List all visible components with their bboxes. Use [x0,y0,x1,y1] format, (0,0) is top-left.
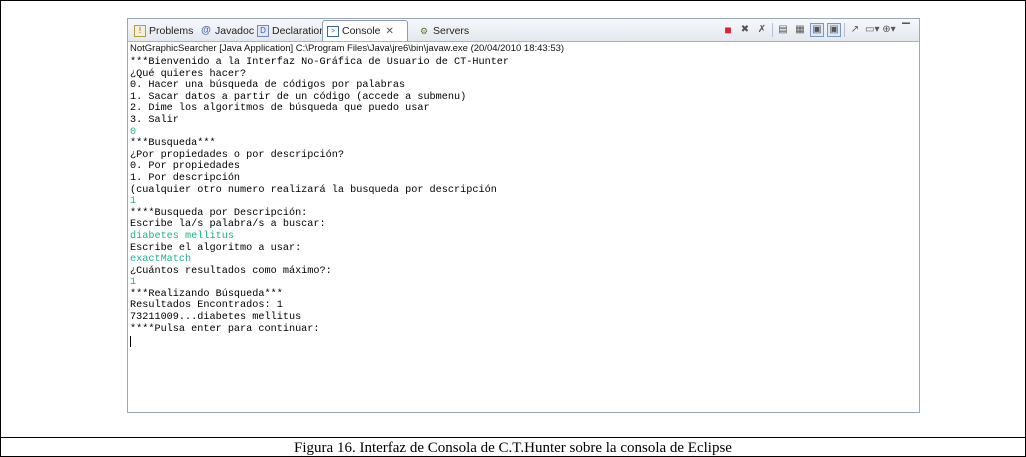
console-output-line: Escribe el algoritmo a usar: [130,242,302,254]
remove-launch-icon[interactable]: ✖ [738,23,752,37]
servers-icon: ⚙ [419,25,429,36]
minimize-icon[interactable]: ▔ [899,23,913,37]
console-icon: > [327,25,339,37]
tab-problems[interactable]: ! Problems [130,21,197,40]
console-output-line: 2. Dime los algoritmos de búsqueda que p… [130,103,430,115]
console-output-line: ***Busqueda*** [130,138,216,150]
console-user-input: 0 [130,126,137,138]
console-output-line: Resultados Encontrados: 1 [130,300,283,312]
display-selected-console-icon[interactable]: ▭▾ [865,23,879,37]
caption-divider [0,437,1026,438]
console-path-label: NotGraphicSearcher [Java Application] C:… [130,43,565,54]
tab-label: Problems [149,24,194,37]
show-when-stdout-icon[interactable]: ▣ [827,23,841,37]
console-user-input: diabetes mellitus [130,230,234,242]
console-output-line: ¿Por propiedades o por descripción? [130,149,344,161]
tab-servers[interactable]: ⚙ Servers [414,21,473,40]
view-tab-bar: ! Problems @ Javadoc D Declaration > Con… [128,19,919,42]
console-toolbar: ■ ✖ ✗ ▤ ▦ ▣ ▣ ↗ ▭▾ ⊕▾ ▔ [721,22,913,38]
console-output-line: 1. Por descripción [130,172,241,184]
console-output-line: ¿Cuántos resultados como máximo?: [130,265,332,277]
tab-label: Console [342,25,381,37]
tab-javadoc[interactable]: @ Javadoc [196,21,258,40]
terminate-icon[interactable]: ■ [721,23,735,37]
toolbar-separator [844,23,845,37]
tab-declaration[interactable]: D Declaration [253,21,329,40]
console-output-line: ****Pulsa enter para continuar: [130,323,320,335]
tab-label: Declaration [272,24,326,37]
console-output-line: 0. Por propiedades [130,161,241,173]
console-user-input: 1 [130,196,137,208]
console-output-line: ***Bienvenido a la Interfaz No-Gráfica d… [130,57,510,68]
text-cursor [130,336,131,348]
console-output-line: ****Busqueda por Descripción: [130,207,308,219]
open-console-icon[interactable]: ↗ [848,23,862,37]
javadoc-icon: @ [201,24,211,36]
scroll-lock-icon[interactable]: ▦ [793,23,807,37]
console-output-line: 0. Hacer una búsqueda de códigos por pal… [130,80,406,92]
console-output-line: 73211009...diabetes mellitus [130,312,302,324]
declaration-icon: D [257,24,269,37]
close-icon[interactable]: ✕ [386,26,394,37]
clear-console-icon[interactable]: ▤ [776,23,790,37]
console-user-input: 1 [130,277,137,289]
pin-console-icon[interactable]: ▣ [810,23,824,37]
console-output-line: ¿Qué quieres hacer? [130,68,247,80]
console-output-line: ***Realizando Búsqueda*** [130,288,283,300]
problems-icon: ! [134,24,146,37]
toolbar-separator [772,23,773,37]
console-output-line: 3. Salir [130,114,179,126]
console-user-input: exactMatch [130,254,192,266]
tab-console[interactable]: > Console ✕ [322,20,408,41]
console-output-line: Escribe la/s palabra/s a buscar: [130,219,326,231]
figure-caption: Figura 16. Interfaz de Consola de C.T.Hu… [294,440,732,456]
console-output[interactable]: ***Bienvenido a la Interfaz No-Gráfica d… [130,57,916,348]
console-output-line: 1. Sacar datos a partir de un código (ac… [130,91,467,103]
remove-all-terminated-icon[interactable]: ✗ [755,23,769,37]
tab-label: Javadoc [215,24,255,37]
console-output-line: (cualquier otro numero realizará la busq… [130,184,497,196]
new-console-icon[interactable]: ⊕▾ [882,23,896,37]
tab-label: Servers [433,24,470,37]
eclipse-console-view: ! Problems @ Javadoc D Declaration > Con… [127,18,920,413]
